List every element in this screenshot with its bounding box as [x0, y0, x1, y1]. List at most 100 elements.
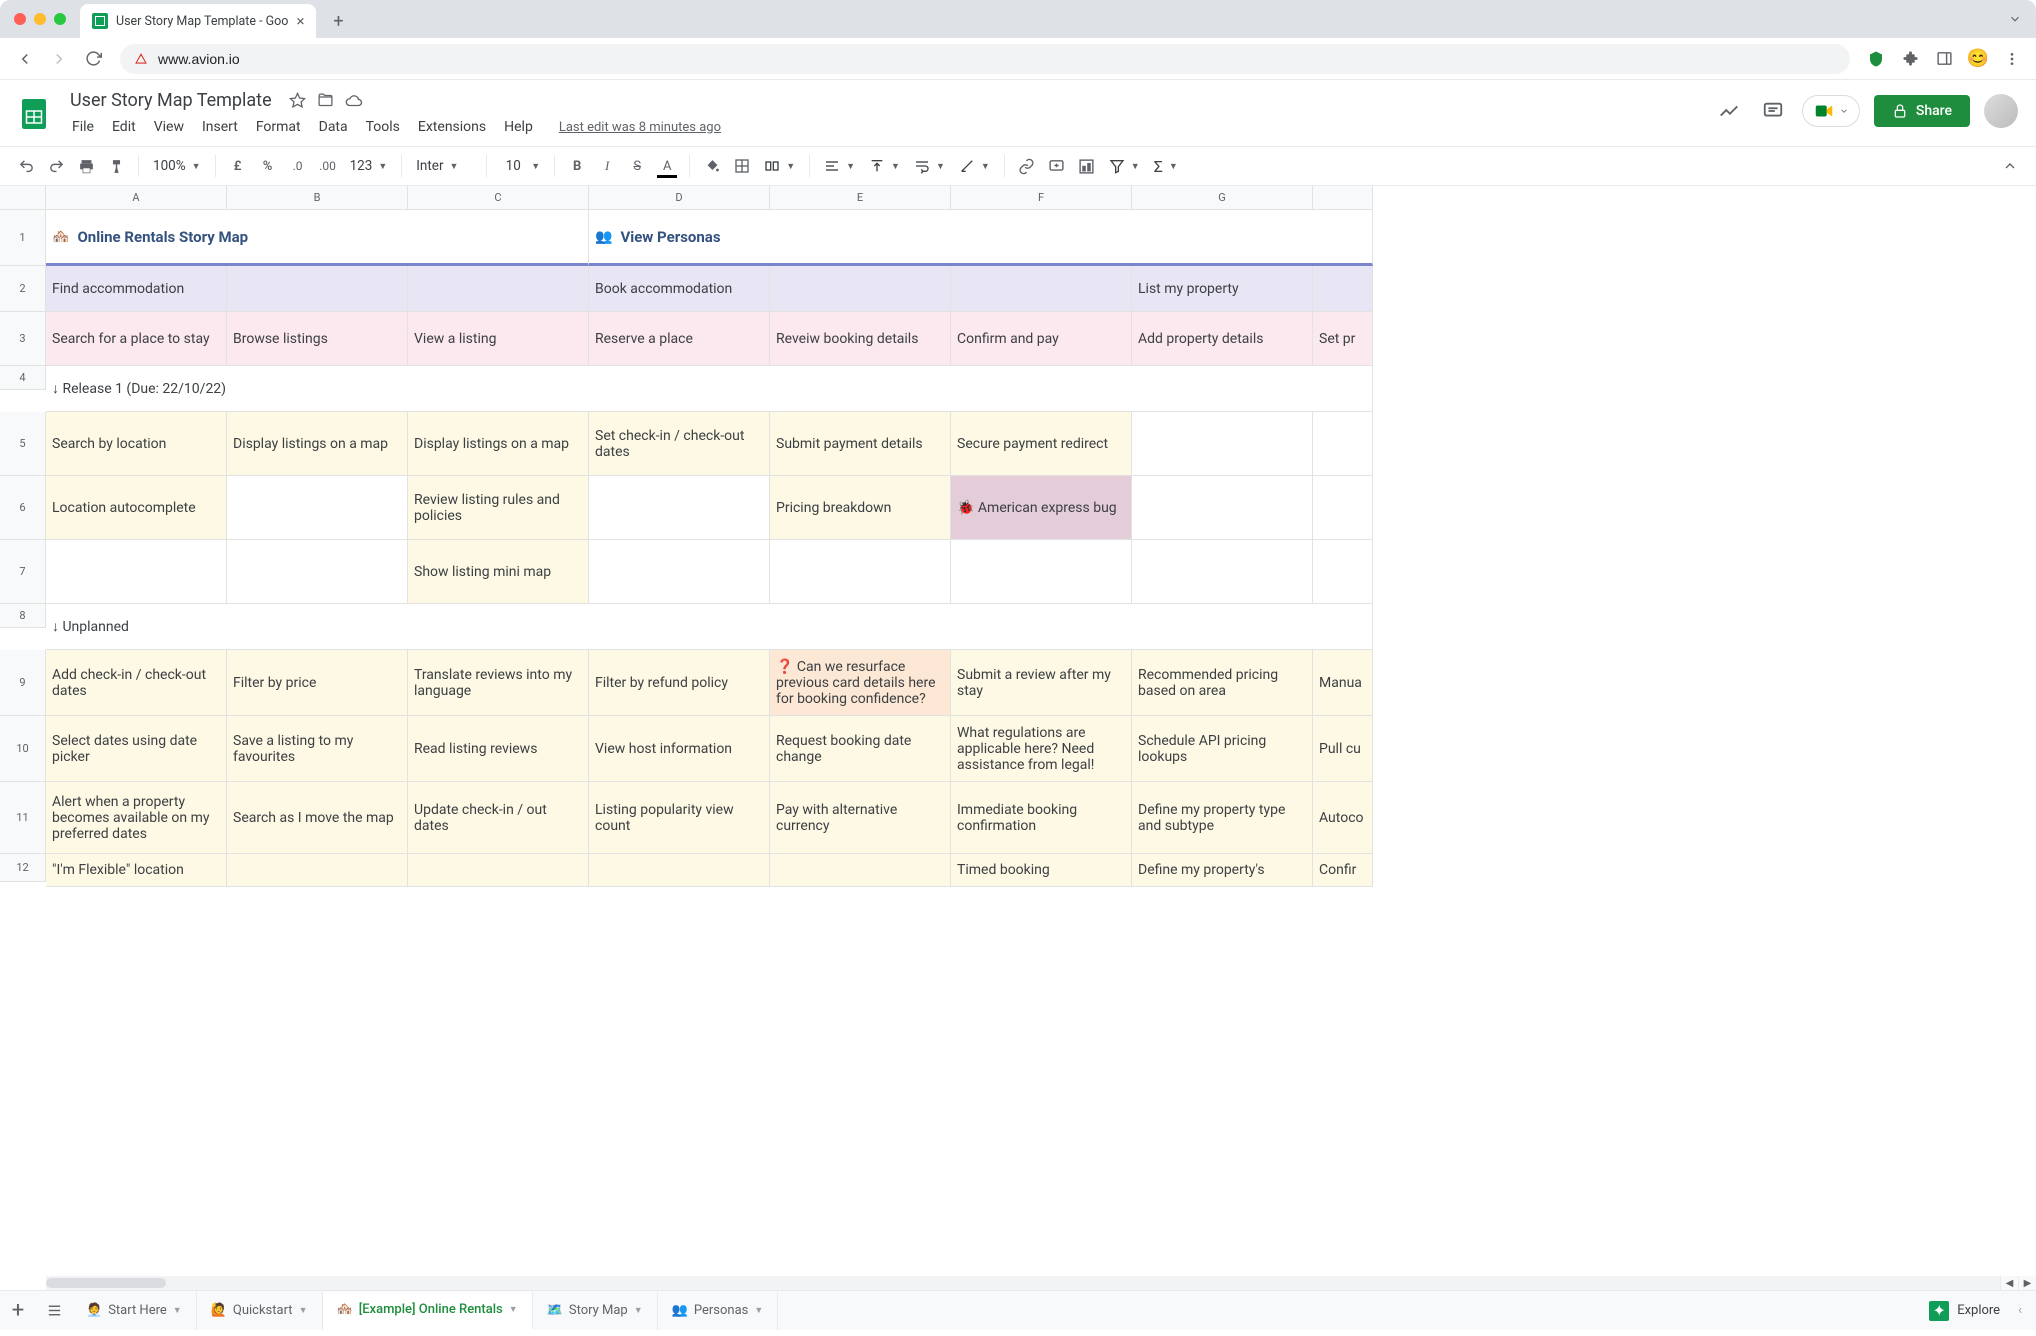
format-select[interactable]: 123▼ [344, 158, 394, 174]
cell[interactable] [227, 540, 408, 604]
cell[interactable] [589, 540, 770, 604]
cell[interactable]: Immediate booking confirmation [951, 782, 1132, 854]
cell[interactable]: View a listing [408, 312, 589, 366]
forward-button[interactable] [44, 44, 74, 74]
sheet-tab[interactable]: 🙋Quickstart▼ [197, 1292, 323, 1330]
cell[interactable]: Submit payment details [770, 412, 951, 476]
menu-edit[interactable]: Edit [104, 115, 144, 139]
menu-data[interactable]: Data [311, 115, 356, 139]
collapse-toolbar-icon[interactable] [1996, 152, 2024, 180]
cell[interactable]: Request booking date change [770, 716, 951, 782]
cell[interactable] [951, 540, 1132, 604]
release-header[interactable]: ↓ Unplanned [46, 604, 1373, 650]
release-header[interactable]: ↓ Release 1 (Due: 22/10/22) [46, 366, 1373, 412]
cell[interactable]: 👥 View Personas [589, 210, 1373, 266]
cell[interactable]: Reveiw booking details [770, 312, 951, 366]
row-header[interactable]: 5 [0, 412, 46, 476]
cell[interactable]: Autoco [1313, 782, 1373, 854]
font-size-select[interactable]: 10▼ [495, 158, 546, 174]
cell[interactable]: Schedule API pricing lookups [1132, 716, 1313, 782]
cell[interactable]: Filter by refund policy [589, 650, 770, 716]
cell[interactable]: Reserve a place [589, 312, 770, 366]
meet-button[interactable] [1802, 95, 1860, 127]
col-header[interactable]: B [227, 186, 408, 210]
cell[interactable]: Secure payment redirect [951, 412, 1132, 476]
extensions-icon[interactable] [1896, 45, 1924, 73]
cell[interactable]: Submit a review after my stay [951, 650, 1132, 716]
chevron-down-icon[interactable] [2008, 12, 2022, 26]
panel-icon[interactable] [1930, 45, 1958, 73]
cell[interactable] [227, 854, 408, 887]
cell[interactable]: Add property details [1132, 312, 1313, 366]
move-icon[interactable] [316, 91, 336, 111]
italic-button[interactable]: I [593, 152, 621, 180]
cell[interactable]: Listing popularity view count [589, 782, 770, 854]
cell[interactable]: Save a listing to my favourites [227, 716, 408, 782]
paint-format-button[interactable] [102, 152, 130, 180]
col-header[interactable]: D [589, 186, 770, 210]
valign-button[interactable]: ▼ [863, 158, 906, 174]
cell[interactable] [1313, 266, 1373, 312]
sheets-logo[interactable] [14, 88, 54, 140]
row-header[interactable]: 2 [0, 266, 46, 312]
cell[interactable]: Display listings on a map [408, 412, 589, 476]
cell[interactable]: Add check-in / check-out dates [46, 650, 227, 716]
cell[interactable]: Set check-in / check-out dates [589, 412, 770, 476]
activity-icon[interactable] [1714, 96, 1744, 126]
select-all-corner[interactable] [0, 186, 46, 210]
cell[interactable]: Select dates using date picker [46, 716, 227, 782]
col-header[interactable]: G [1132, 186, 1313, 210]
bold-button[interactable]: B [563, 152, 591, 180]
star-icon[interactable] [288, 91, 308, 111]
row-header[interactable]: 10 [0, 716, 46, 782]
close-tab-icon[interactable]: × [296, 12, 304, 30]
menu-view[interactable]: View [146, 115, 192, 139]
comments-icon[interactable] [1758, 96, 1788, 126]
cell[interactable]: ❓ Can we resurface previous card details… [770, 650, 951, 716]
row-header[interactable]: 9 [0, 650, 46, 716]
halign-button[interactable]: ▼ [818, 158, 861, 174]
wrap-button[interactable]: ▼ [908, 158, 951, 174]
sheet-tab-active[interactable]: 🏘️[Example] Online Rentals▼ [323, 1292, 533, 1330]
cell[interactable]: 🏘️ Online Rentals Story Map [46, 210, 589, 266]
cloud-icon[interactable] [344, 91, 364, 111]
cell[interactable]: Set pr [1313, 312, 1373, 366]
horizontal-scrollbar[interactable]: ◀▶ [46, 1276, 2036, 1290]
window-controls[interactable] [14, 13, 66, 25]
add-sheet-button[interactable]: + [0, 1293, 36, 1329]
explore-button[interactable]: ✦ Explore ‹ [1915, 1301, 2036, 1321]
cell[interactable]: Define my property's [1132, 854, 1313, 887]
row-header[interactable]: 1 [0, 210, 46, 266]
cell[interactable] [1132, 476, 1313, 540]
col-header[interactable]: A [46, 186, 227, 210]
cell[interactable]: Define my property type and subtype [1132, 782, 1313, 854]
col-header[interactable] [1313, 186, 1373, 210]
chart-button[interactable] [1073, 152, 1101, 180]
menu-file[interactable]: File [64, 115, 102, 139]
cell[interactable]: Location autocomplete [46, 476, 227, 540]
row-header[interactable]: 6 [0, 476, 46, 540]
cell[interactable]: Find accommodation [46, 266, 227, 312]
cell[interactable]: Manua [1313, 650, 1373, 716]
row-header[interactable]: 8 [0, 604, 46, 628]
kebab-menu-icon[interactable] [1998, 45, 2026, 73]
profile-avatar[interactable]: 😊 [1964, 45, 1992, 73]
share-button[interactable]: Share [1874, 95, 1970, 127]
scroll-right-icon[interactable]: ▶ [2018, 1276, 2036, 1290]
cell[interactable] [1132, 412, 1313, 476]
address-bar[interactable] [120, 44, 1850, 74]
cell[interactable] [770, 540, 951, 604]
cell[interactable] [227, 476, 408, 540]
cell[interactable]: View host information [589, 716, 770, 782]
cell[interactable] [951, 266, 1132, 312]
cell[interactable] [589, 854, 770, 887]
shield-icon[interactable] [1862, 45, 1890, 73]
sheet-tab[interactable]: 🗺️Story Map▼ [533, 1292, 658, 1330]
menu-extensions[interactable]: Extensions [410, 115, 494, 139]
cell[interactable]: Browse listings [227, 312, 408, 366]
cell[interactable]: Search for a place to stay [46, 312, 227, 366]
cell[interactable]: Update check-in / out dates [408, 782, 589, 854]
cell[interactable] [1313, 476, 1373, 540]
cell[interactable]: Filter by price [227, 650, 408, 716]
percent-button[interactable]: % [254, 152, 282, 180]
